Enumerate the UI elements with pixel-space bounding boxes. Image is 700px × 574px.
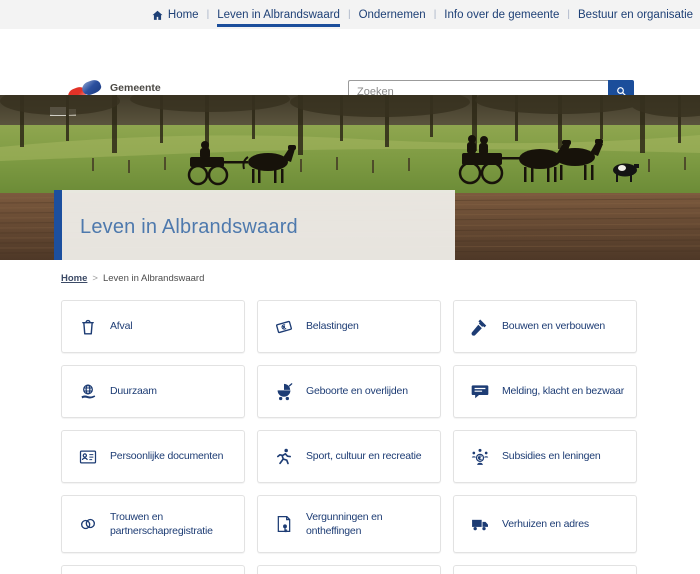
moving-truck-icon <box>470 514 490 534</box>
card-label: Subsidies en leningen <box>502 449 601 463</box>
cards-grid: Afval Belastingen Bouwen en verbouwen Du… <box>61 300 637 574</box>
nav-item-ondernemen[interactable]: Ondernemen <box>359 2 426 27</box>
hero-title-panel: Leven in Albrandswaard <box>54 190 455 260</box>
hero: Leven in Albrandswaard <box>0 95 700 260</box>
page: Home | Leven in Albrandswaard | Ondernem… <box>0 0 700 574</box>
globe-hand-icon <box>78 382 98 402</box>
card-label: Afval <box>110 319 132 333</box>
nav-separator: | <box>567 9 570 20</box>
card-label: Persoonlijke documenten <box>110 449 223 463</box>
hammer-icon <box>470 317 490 337</box>
nav-item-label: Home <box>168 9 199 21</box>
tax-euro-icon <box>274 317 294 337</box>
permit-key-icon <box>274 514 294 534</box>
card-label: Verhuizen en adres <box>502 517 589 531</box>
nav-item-leven-in-albrandswaard[interactable]: Leven in Albrandswaard <box>217 2 340 27</box>
card-bouwen-en-verbouwen[interactable]: Bouwen en verbouwen <box>453 300 637 353</box>
nav-separator: | <box>348 9 351 20</box>
card-melding-klacht-en-bezwaar[interactable]: Melding, klacht en bezwaar <box>453 365 637 418</box>
site-header: Gemeente Albrandswaard <box>0 29 700 95</box>
nav-item-info-over-de-gemeente[interactable]: Info over de gemeente <box>444 2 559 27</box>
nav-item-label: Leven in Albrandswaard <box>217 9 340 21</box>
nav-item-label: Bestuur en organisatie <box>578 9 693 21</box>
nav-separator: | <box>434 9 437 20</box>
pram-icon <box>274 382 294 402</box>
card-duurzaam[interactable]: Duurzaam <box>61 365 245 418</box>
breadcrumb-item-leven-in-albrandswaard: Leven in Albrandswaard <box>103 273 204 284</box>
nav-item-label: Ondernemen <box>359 9 426 21</box>
page-title: Leven in Albrandswaard <box>62 212 298 239</box>
runner-icon <box>274 447 294 467</box>
trash-icon <box>78 317 98 337</box>
card-trouwen-en-partnerschapregistratie[interactable]: Trouwen en partnerschapregistratie <box>61 495 245 553</box>
top-nav-list: Home | Leven in Albrandswaard | Ondernem… <box>151 2 693 28</box>
card-partial[interactable] <box>257 565 441 574</box>
nav-separator: | <box>207 9 210 20</box>
card-persoonlijke-documenten[interactable]: Persoonlijke documenten <box>61 430 245 483</box>
card-label: Trouwen en partnerschapregistratie <box>110 510 238 538</box>
card-sport-cultuur-en-recreatie[interactable]: Sport, cultuur en recreatie <box>257 430 441 483</box>
card-belastingen[interactable]: Belastingen <box>257 300 441 353</box>
rings-icon <box>78 514 98 534</box>
nav-item-home[interactable]: Home <box>151 2 199 28</box>
card-label: Sport, cultuur en recreatie <box>306 449 421 463</box>
card-subsidies-en-leningen[interactable]: Subsidies en leningen <box>453 430 637 483</box>
card-vergunningen-en-ontheffingen[interactable]: Vergunningen en ontheffingen <box>257 495 441 553</box>
people-coin-icon <box>470 447 490 467</box>
card-label: Melding, klacht en bezwaar <box>502 384 624 398</box>
speech-bubble-icon <box>470 382 490 402</box>
breadcrumb: Home > Leven in Albrandswaard <box>0 260 700 300</box>
nav-item-label: Info over de gemeente <box>444 9 559 21</box>
card-label: Bouwen en verbouwen <box>502 319 605 333</box>
card-partial[interactable] <box>61 565 245 574</box>
card-label: Vergunningen en ontheffingen <box>306 510 434 538</box>
card-geboorte-en-overlijden[interactable]: Geboorte en overlijden <box>257 365 441 418</box>
card-afval[interactable]: Afval <box>61 300 245 353</box>
id-document-icon <box>78 447 98 467</box>
top-nav: Home | Leven in Albrandswaard | Ondernem… <box>0 0 700 29</box>
breadcrumb-separator: > <box>92 273 98 284</box>
card-label: Geboorte en overlijden <box>306 384 408 398</box>
home-icon <box>151 9 164 22</box>
card-label: Duurzaam <box>110 384 157 398</box>
card-label: Belastingen <box>306 319 359 333</box>
logo-line1: Gemeente <box>110 82 186 95</box>
card-partial[interactable] <box>453 565 637 574</box>
nav-item-bestuur-en-organisatie[interactable]: Bestuur en organisatie <box>578 2 693 27</box>
card-verhuizen-en-adres[interactable]: Verhuizen en adres <box>453 495 637 553</box>
breadcrumb-item-home[interactable]: Home <box>61 273 87 284</box>
